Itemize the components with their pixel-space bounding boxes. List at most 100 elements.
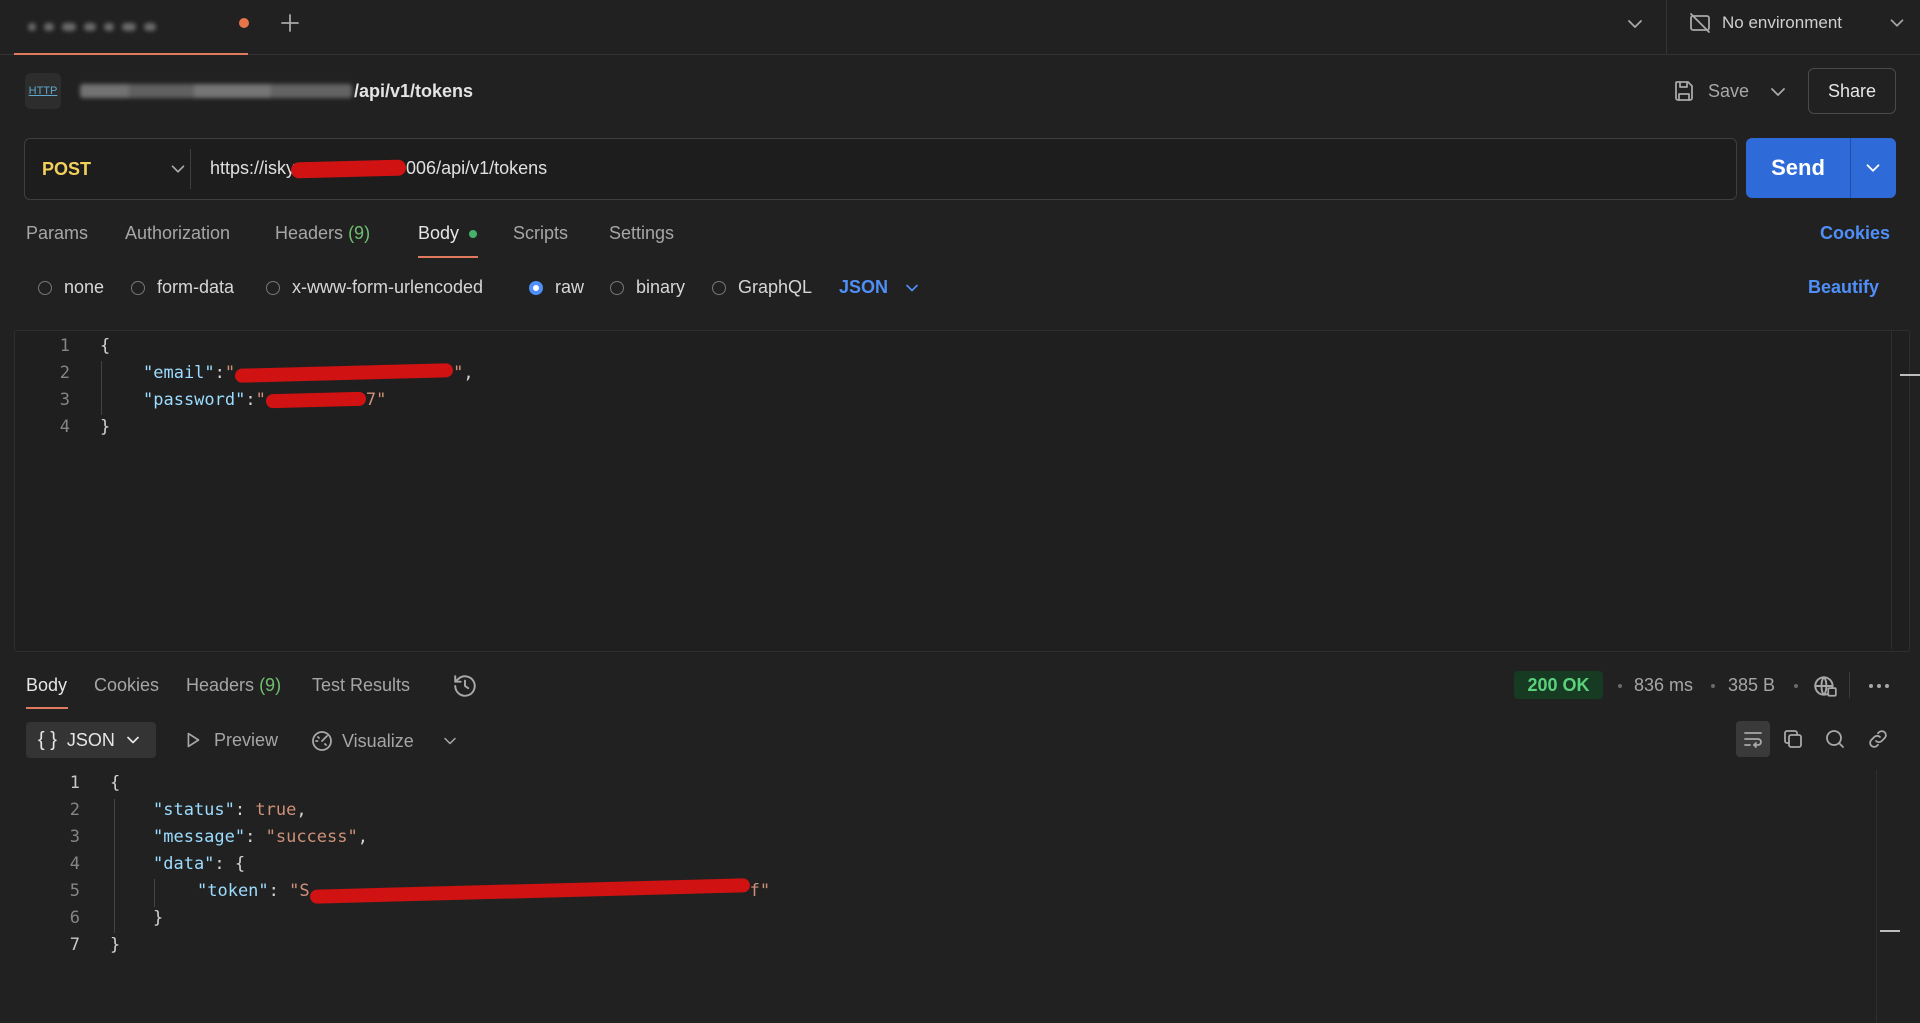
- history-icon[interactable]: [452, 673, 478, 699]
- scrollbar-thumb[interactable]: [1900, 374, 1920, 376]
- response-time[interactable]: 836 ms: [1634, 675, 1693, 696]
- radio-circle-selected: [529, 280, 543, 295]
- language-select[interactable]: JSON: [839, 277, 922, 298]
- response-tab-headers-count: (9): [259, 675, 282, 695]
- environment-label: No environment: [1722, 13, 1843, 32]
- radio-graphql[interactable]: GraphQL: [712, 277, 812, 298]
- message-key: "message": [153, 827, 246, 847]
- chevron-down-icon: [171, 165, 185, 173]
- radio-urlencoded-label: x-www-form-urlencoded: [292, 277, 484, 297]
- line-number: 5: [69, 881, 80, 901]
- line-number: 1: [59, 336, 70, 356]
- play-icon: [187, 732, 200, 748]
- response-body-viewer[interactable]: 1 2 3 4 5 6 7 { "status": true, "message…: [0, 765, 1920, 1023]
- radio-urlencoded[interactable]: x-www-form-urlencoded: [266, 277, 483, 298]
- no-environment-icon: [1690, 13, 1710, 33]
- more-options-icon[interactable]: [1866, 675, 1892, 697]
- radio-none[interactable]: none: [38, 277, 104, 298]
- tab-authorization[interactable]: Authorization: [125, 223, 230, 244]
- code-open-brace: {: [100, 336, 111, 356]
- code-line-password: "password":" 7": [143, 390, 387, 410]
- radio-binary-label: binary: [636, 277, 686, 297]
- radio-circle: [266, 280, 280, 295]
- beautify-button[interactable]: Beautify: [1808, 277, 1879, 298]
- tab-body[interactable]: Body: [418, 223, 459, 244]
- redaction: [290, 159, 407, 179]
- send-button[interactable]: Send: [1746, 138, 1896, 198]
- redaction: [235, 363, 454, 383]
- message-value: "success": [265, 827, 358, 847]
- save-button[interactable]: Save: [1672, 74, 1749, 108]
- response-format-select[interactable]: { } JSON: [26, 722, 156, 758]
- request-body-editor[interactable]: 1 2 3 4 { "email":" ", "password":" 7" }: [14, 330, 1920, 652]
- chevron-down-icon: [1890, 19, 1904, 27]
- search-icon[interactable]: [1823, 727, 1847, 751]
- response-size[interactable]: 385 B: [1728, 675, 1775, 696]
- visualize-button[interactable]: Visualize: [310, 729, 414, 753]
- link-icon[interactable]: [1866, 727, 1890, 751]
- scrollbar-thumb[interactable]: [1880, 930, 1900, 932]
- radio-circle: [610, 280, 624, 295]
- url-input[interactable]: https://isky 006/api/v1/tokens: [210, 158, 547, 179]
- line-number: 4: [59, 417, 70, 437]
- tab-underline: [26, 707, 68, 709]
- tab-headers-count: (9): [348, 223, 371, 243]
- redaction: [265, 391, 367, 409]
- tab-headers-label: Headers: [275, 223, 344, 243]
- language-label: JSON: [839, 277, 889, 297]
- response-tab-cookies[interactable]: Cookies: [94, 675, 159, 696]
- unsaved-indicator: [239, 18, 249, 28]
- chevron-down-icon[interactable]: [440, 731, 460, 751]
- tab-params[interactable]: Params: [26, 223, 88, 244]
- request-title-path: /api/v1/tokens: [354, 80, 474, 101]
- line-number: 1: [69, 773, 80, 793]
- request-title[interactable]: /api/v1/tokens: [80, 80, 473, 102]
- password-key: "password": [143, 390, 246, 410]
- cookies-link[interactable]: Cookies: [1820, 223, 1890, 244]
- tab-headers[interactable]: Headers (9): [275, 223, 370, 244]
- indent-guide: [154, 879, 155, 907]
- method-select[interactable]: POST: [42, 139, 202, 199]
- response-tab-test-results[interactable]: Test Results: [312, 675, 410, 696]
- indent-guide: [114, 799, 115, 933]
- tab-settings[interactable]: Settings: [609, 223, 674, 244]
- separator-dot: [1711, 684, 1715, 688]
- environment-selector[interactable]: No environment: [1688, 8, 1908, 38]
- save-icon: [1675, 81, 1693, 101]
- plus-icon[interactable]: [278, 11, 302, 35]
- code-line-status: "status": true,: [153, 800, 307, 820]
- code-line-email: "email":" ",: [143, 363, 474, 383]
- chevron-down-icon: [906, 284, 918, 291]
- chevron-down-icon[interactable]: [1862, 157, 1884, 179]
- radio-binary[interactable]: binary: [610, 277, 685, 298]
- redaction: [309, 878, 750, 904]
- url-suffix: 006/api/v1/tokens: [406, 158, 548, 178]
- line-number: 2: [69, 800, 80, 820]
- tab-scripts[interactable]: Scripts: [513, 223, 568, 244]
- share-button[interactable]: Share: [1808, 68, 1896, 114]
- status-badge[interactable]: 200 OK: [1514, 671, 1603, 699]
- response-tab-headers-label: Headers: [186, 675, 255, 695]
- preview-button[interactable]: Preview: [182, 729, 278, 751]
- chevron-down-icon[interactable]: [1766, 80, 1790, 104]
- network-globe-icon[interactable]: [1812, 673, 1838, 699]
- chevron-down-icon[interactable]: [1623, 12, 1647, 36]
- response-format-label: JSON: [66, 729, 115, 750]
- email-key: "email": [143, 363, 215, 383]
- code-line-data: "data": {: [153, 854, 246, 874]
- url-prefix: https://isky: [210, 158, 296, 178]
- wrap-lines-icon[interactable]: [1736, 721, 1770, 757]
- radio-form-data-label: form-data: [157, 277, 235, 297]
- radio-form-data[interactable]: form-data: [131, 277, 234, 298]
- line-number: 3: [69, 827, 80, 847]
- line-number: 4: [69, 854, 80, 874]
- response-tab-headers[interactable]: Headers (9): [186, 675, 281, 696]
- copy-icon[interactable]: [1781, 727, 1805, 751]
- data-key: "data": [153, 854, 215, 874]
- request-tab-active[interactable]: [14, 0, 248, 55]
- tab-underline: [418, 256, 478, 258]
- url-bar: POST https://isky 006/api/v1/tokens: [24, 138, 1737, 200]
- radio-raw[interactable]: raw: [529, 277, 584, 298]
- response-tab-body[interactable]: Body: [26, 675, 67, 696]
- http-badge-label: HTTP: [28, 85, 58, 97]
